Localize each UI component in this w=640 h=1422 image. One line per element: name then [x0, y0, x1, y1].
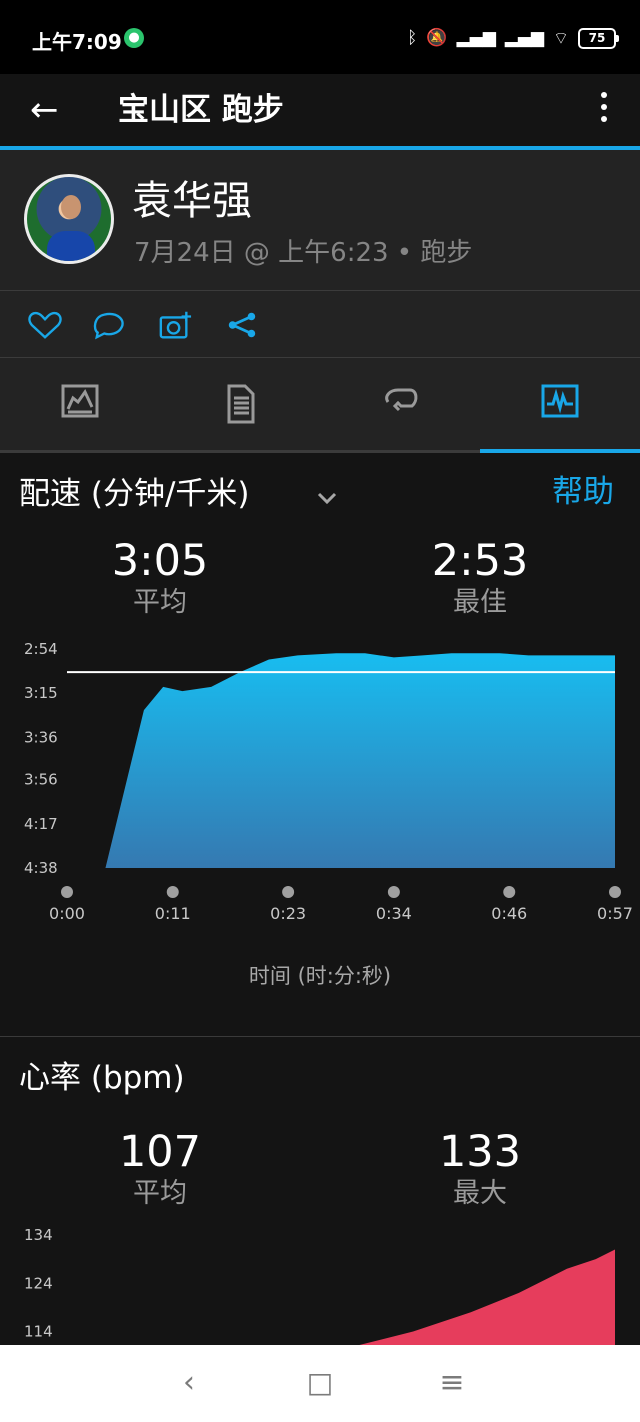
camera-add-icon[interactable] [158, 309, 192, 341]
tab-charts[interactable] [480, 358, 640, 450]
pace-y-tick-label: 2:54 [24, 640, 58, 658]
pace-y-tick-label: 3:56 [24, 771, 58, 789]
heart-rate-area-series [359, 1249, 615, 1345]
like-icon[interactable] [28, 309, 62, 341]
profile-name[interactable]: 袁华强 [132, 177, 252, 225]
more-vertical-icon[interactable] [594, 88, 614, 134]
pace-average-label: 平均 [133, 587, 187, 618]
mute-icon: 🔕 [426, 28, 448, 48]
pace-y-tick-label: 3:36 [24, 728, 58, 746]
tab-laps[interactable] [320, 358, 480, 450]
pace-best-label: 最佳 [453, 587, 507, 618]
pace-x-tick-dot [61, 886, 73, 898]
avatar-shirt [47, 231, 95, 261]
details-tab-icon [227, 384, 255, 424]
heart-rate-title: 心率 (bpm) [19, 1060, 185, 1096]
heart-rate-y-tick-label: 124 [24, 1274, 53, 1292]
pace-y-tick-label: 4:38 [24, 859, 58, 877]
battery-icon: 75 [578, 27, 619, 49]
heart-rate-average: 107 平均 [60, 1128, 260, 1212]
heart-rate-average-value: 107 [118, 1127, 202, 1177]
share-icon[interactable] [225, 309, 259, 341]
actions-row [0, 291, 640, 357]
map-tab-icon [61, 384, 99, 418]
laps-tab-icon [385, 388, 418, 412]
pace-section: 配速 (分钟/千米) 帮助 3:05 平均 2:53 最佳 2:54 3:15 3:… [0, 471, 640, 1034]
active-tab-indicator [480, 449, 640, 453]
chevron-down-icon[interactable] [316, 487, 338, 509]
page-title: 宝山区 跑步 [118, 92, 284, 128]
heart-rate-section: 心率 (bpm) 107 平均 133 最大 134 124 114 [0, 1037, 640, 1345]
help-link[interactable]: 帮助 [552, 471, 614, 513]
activity-profile: 袁华强 7月24日 @ 上午6:23 • 跑步 [0, 150, 640, 290]
tabs-bottom-border [0, 450, 480, 453]
pace-chart: 2:54 3:15 3:36 3:56 4:17 4:38 0:00 0:11 0:23 0:34… [24, 640, 633, 923]
comment-icon[interactable] [92, 309, 126, 341]
heart-rate-max-value: 133 [438, 1127, 522, 1177]
bluetooth-icon: ᛒ [407, 28, 418, 48]
status-bar: 上午7:09 ● ᛒ 🔕 ▂▄▆ ▂▄▆ ⌔ 75 [0, 0, 640, 74]
pace-x-tick-label: 0:34 [376, 904, 412, 923]
nav-home-button[interactable]: □ [300, 1363, 340, 1403]
nav-back-button[interactable]: ‹ [169, 1363, 209, 1403]
heart-rate-y-tick-label: 114 [24, 1323, 53, 1341]
pace-x-tick-label: 0:00 [49, 904, 85, 923]
charts-tab-icon [541, 384, 579, 418]
app-bar: ← 宝山区 跑步 [0, 74, 640, 148]
pace-x-tick-dot [503, 886, 516, 898]
pace-best: 2:53 最佳 [380, 537, 580, 621]
pace-x-tick-label: 0:57 [597, 904, 633, 923]
activity-tabs [0, 358, 640, 450]
pace-x-tick-label: 0:11 [155, 904, 191, 923]
pace-x-tick-dot [387, 886, 400, 898]
pace-y-tick-label: 3:15 [24, 684, 58, 702]
pace-y-tick-label: 4:17 [24, 815, 58, 833]
pace-title: 配速 (分钟/千米) [19, 476, 250, 512]
status-time: 上午7:09 [32, 30, 122, 54]
heart-rate-max-label: 最大 [453, 1178, 507, 1209]
heart-rate-average-label: 平均 [133, 1178, 187, 1209]
status-icons: ᛒ 🔕 ▂▄▆ ▂▄▆ ⌔ 75 [407, 24, 619, 52]
activity-meta: 7月24日 @ 上午6:23 • 跑步 [134, 238, 473, 268]
signal-icon: ▂▄▆ [504, 28, 545, 48]
system-navigation: ‹ □ ≡ [0, 1345, 640, 1422]
pace-area-series [105, 653, 615, 868]
tab-map[interactable] [0, 358, 160, 450]
pace-x-tick-label: 0:23 [270, 904, 306, 923]
back-arrow-icon[interactable]: ← [30, 86, 59, 134]
nav-menu-button[interactable]: ≡ [432, 1363, 472, 1403]
pace-x-tick-dot [609, 886, 621, 898]
wifi-icon: ⌔ [553, 28, 569, 49]
avatar[interactable] [24, 174, 114, 264]
pace-x-tick-dot [166, 886, 179, 898]
bubble-icon: ● [124, 28, 144, 48]
pace-x-axis-title: 时间 (时:分:秒) [248, 964, 392, 988]
avatar-icon [61, 195, 81, 219]
signal-icon: ▂▄▆ [456, 28, 496, 48]
pace-average-value: 3:05 [111, 536, 209, 586]
pace-x-tick-label: 0:46 [491, 904, 527, 923]
pace-best-value: 2:53 [431, 536, 529, 586]
tab-details[interactable] [160, 358, 320, 450]
heart-rate-chart: 134 124 114 [24, 1226, 615, 1345]
heart-rate-y-tick-label: 134 [24, 1226, 53, 1244]
pace-average: 3:05 平均 [60, 537, 260, 621]
pace-x-tick-dot [282, 886, 295, 898]
heart-rate-max: 133 最大 [380, 1128, 580, 1212]
